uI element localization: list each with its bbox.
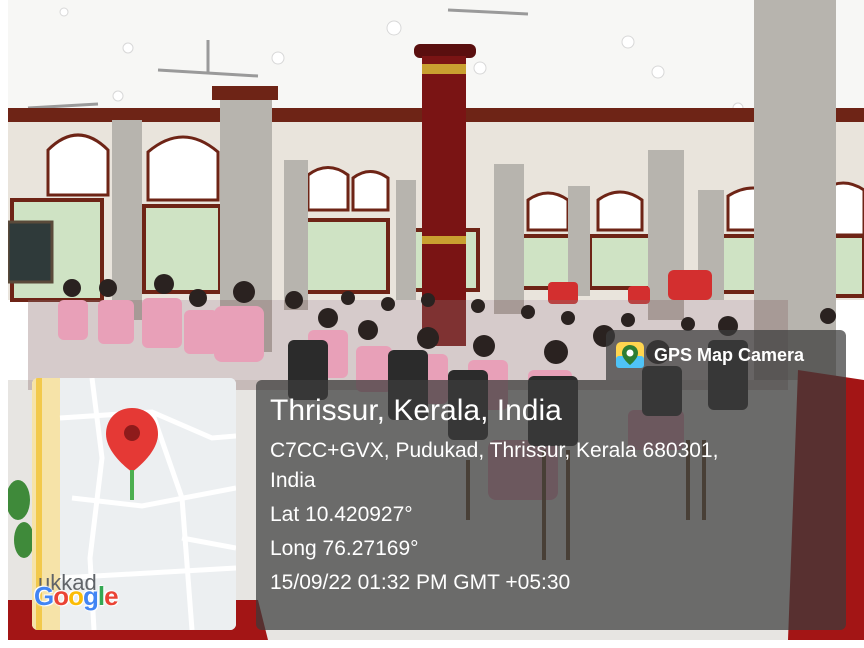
- address-line-2: India: [270, 469, 316, 492]
- datetime-text: 15/09/22 01:32 PM GMT +05:30: [270, 571, 571, 594]
- map-pin-icon: [616, 342, 644, 368]
- badge-label: GPS Map Camera: [654, 344, 805, 365]
- google-logo: Google: [34, 581, 119, 611]
- map-thumbnail[interactable]: ukkad Google: [32, 378, 236, 630]
- latitude-text: Lat 10.420927°: [270, 503, 413, 526]
- gps-camera-badge: GPS Map Camera: [606, 330, 846, 380]
- location-title: Thrissur, Kerala, India: [270, 394, 562, 427]
- address-line-1: C7CC+GVX, Pudukad, Thrissur, Kerala 6803…: [270, 439, 719, 462]
- longitude-text: Long 76.27169°: [270, 537, 419, 560]
- map-pin-marker-icon: [106, 408, 158, 500]
- location-info-panel: Thrissur, Kerala, India C7CC+GVX, Puduka…: [256, 380, 846, 630]
